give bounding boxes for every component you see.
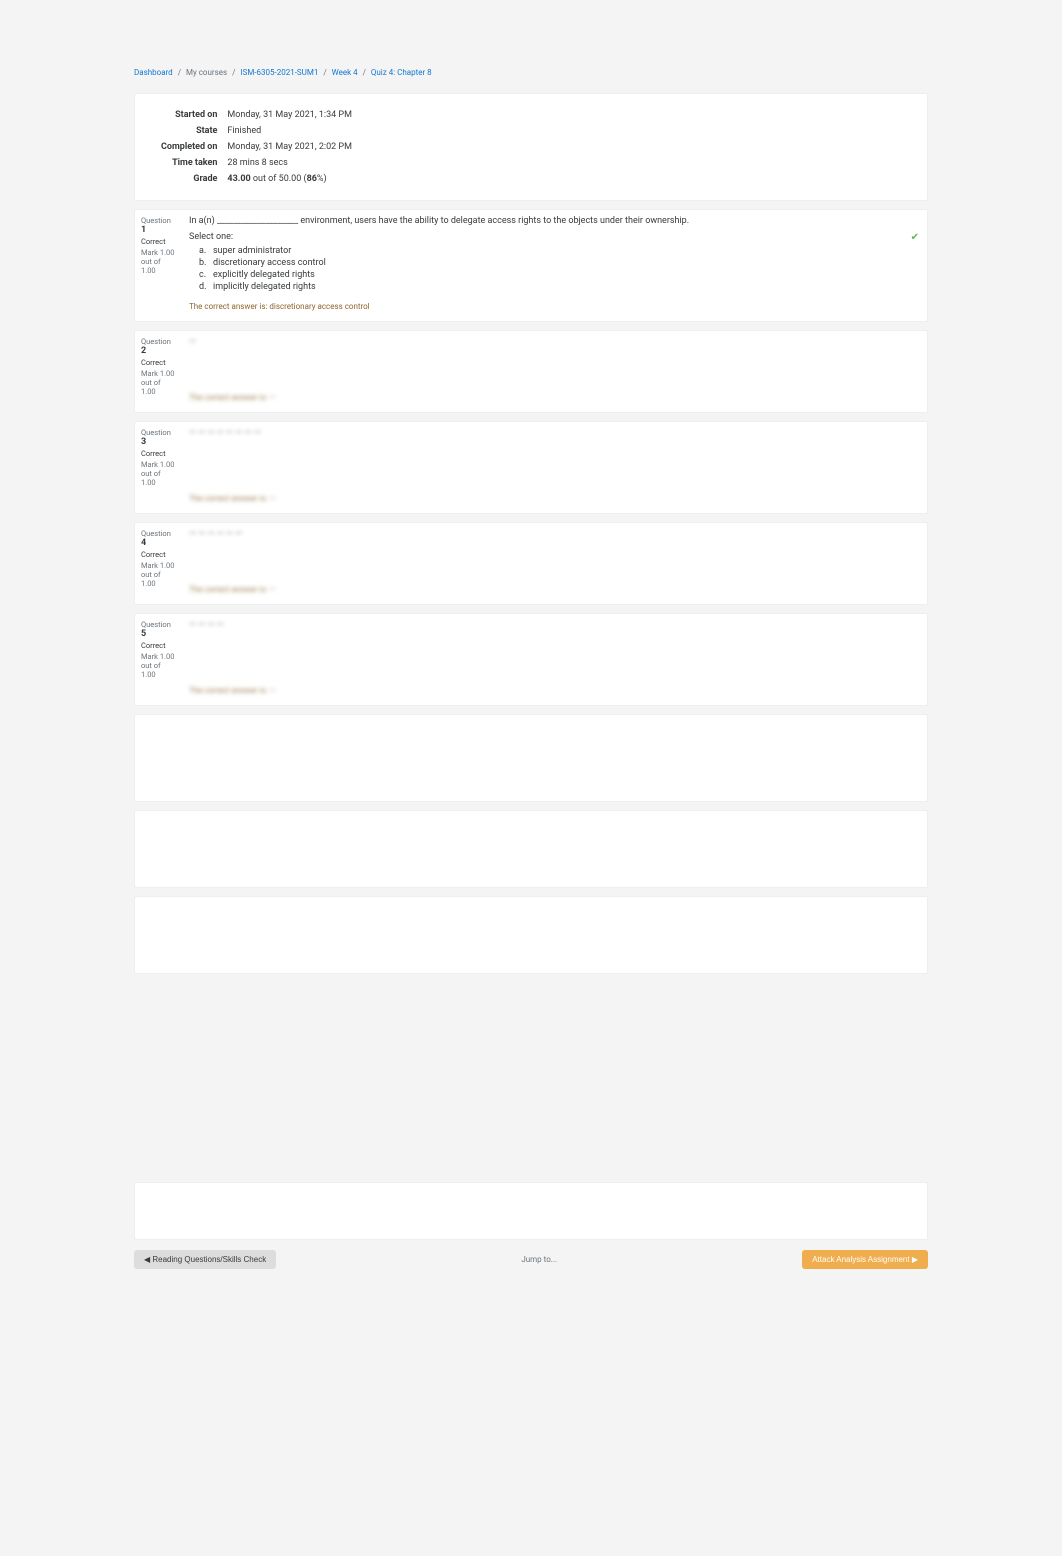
question-7 xyxy=(134,810,928,888)
question-number: Question 4 xyxy=(141,529,177,548)
correct-answer: The correct answer is: discretionary acc… xyxy=(189,302,917,311)
prev-activity-button[interactable]: ◀ Reading Questions/Skills Check xyxy=(134,1250,276,1269)
question-status: Correct xyxy=(141,237,177,246)
quiz-nav: ◀ Reading Questions/Skills Check Jump to… xyxy=(134,1250,928,1269)
breadcrumb-sep: / xyxy=(232,68,235,77)
question-number: Question 2 xyxy=(141,337,177,356)
correct-answer: The correct answer is: — xyxy=(189,393,917,402)
next-activity-button[interactable]: Attack Analysis Assignment ▶ xyxy=(802,1250,928,1269)
question-text: — xyxy=(189,337,917,347)
question-8 xyxy=(134,896,928,974)
breadcrumb-course[interactable]: ISM-6305-2021-SUM1 xyxy=(240,68,318,77)
correct-answer: The correct answer is: — xyxy=(189,686,917,695)
option-a[interactable]: a.super administrator xyxy=(199,246,917,256)
question-number: Question 3 xyxy=(141,428,177,447)
question-mark: Mark 1.00 out of 1.00 xyxy=(141,369,177,396)
question-status: Correct xyxy=(141,550,177,559)
select-one-label: Select one: xyxy=(189,232,917,242)
breadcrumb-sep: / xyxy=(323,68,326,77)
question-mark: Mark 1.00 out of 1.00 xyxy=(141,460,177,487)
summary-completed-value: Monday, 31 May 2021, 2:02 PM xyxy=(223,140,905,154)
summary-timetaken-value: 28 mins 8 secs xyxy=(223,156,905,170)
question-1: Question 1 Correct Mark 1.00 out of 1.00… xyxy=(134,209,928,322)
breadcrumb: Dashboard / My courses / ISM-6305-2021-S… xyxy=(134,60,928,93)
question-status: Correct xyxy=(141,449,177,458)
question-mark: Mark 1.00 out of 1.00 xyxy=(141,248,177,275)
question-2: Question 2 Correct Mark 1.00 out of 1.00… xyxy=(134,330,928,413)
breadcrumb-dashboard[interactable]: Dashboard xyxy=(134,68,173,77)
correct-answer: The correct answer is: — xyxy=(189,585,917,594)
question-number: Question 5 xyxy=(141,620,177,639)
summary-timetaken-label: Time taken xyxy=(157,156,221,170)
question-mark: Mark 1.00 out of 1.00 xyxy=(141,561,177,588)
summary-started-label: Started on xyxy=(157,108,221,122)
correct-answer: The correct answer is: — xyxy=(189,494,917,503)
breadcrumb-sep: / xyxy=(178,68,181,77)
breadcrumb-quiz[interactable]: Quiz 4: Chapter 8 xyxy=(371,68,432,77)
summary-state-label: State xyxy=(157,124,221,138)
question-mark: Mark 1.00 out of 1.00 xyxy=(141,652,177,679)
question-number: Question 1 xyxy=(141,216,177,235)
breadcrumb-week[interactable]: Week 4 xyxy=(332,68,358,77)
question-status: Correct xyxy=(141,641,177,650)
question-text: — — — — xyxy=(189,620,917,630)
question-status: Correct xyxy=(141,358,177,367)
question-4: Question 4 Correct Mark 1.00 out of 1.00… xyxy=(134,522,928,605)
summary-started-value: Monday, 31 May 2021, 1:34 PM xyxy=(223,108,905,122)
summary-grade-value: 43.00 out of 50.00 (86%) xyxy=(223,172,905,186)
option-b[interactable]: b.discretionary access control xyxy=(199,258,917,268)
breadcrumb-mycourses: My courses xyxy=(186,68,227,77)
option-c[interactable]: c.explicitly delegated rights xyxy=(199,270,917,280)
jump-to-select[interactable]: Jump to... xyxy=(521,1255,557,1264)
question-last xyxy=(134,1182,928,1240)
summary-state-value: Finished xyxy=(223,124,905,138)
question-text: — — — — — — xyxy=(189,529,917,539)
summary-completed-label: Completed on xyxy=(157,140,221,154)
summary-grade-label: Grade xyxy=(157,172,221,186)
question-6 xyxy=(134,714,928,802)
option-d[interactable]: d.implicitly delegated rights xyxy=(199,282,917,292)
question-5: Question 5 Correct Mark 1.00 out of 1.00… xyxy=(134,613,928,706)
check-icon: ✔ xyxy=(911,232,919,243)
question-text: In a(n) ____________________ environment… xyxy=(189,216,917,226)
question-3: Question 3 Correct Mark 1.00 out of 1.00… xyxy=(134,421,928,514)
question-text: — — — — — — — — xyxy=(189,428,917,438)
breadcrumb-sep: / xyxy=(363,68,366,77)
quiz-summary: Started onMonday, 31 May 2021, 1:34 PM S… xyxy=(134,93,928,201)
